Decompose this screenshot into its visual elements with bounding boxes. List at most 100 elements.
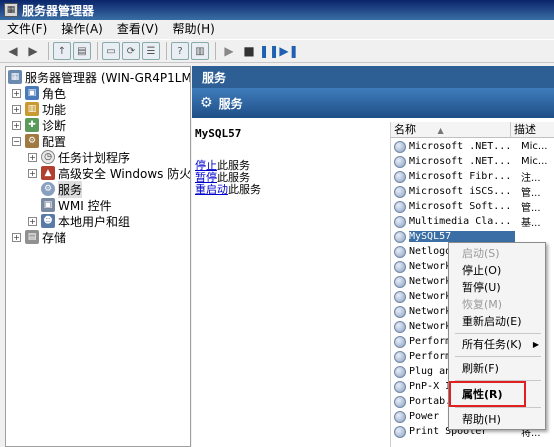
tree-item-firewall[interactable]: + ▲ 高级安全 Windows 防火墙 xyxy=(28,165,190,181)
tree-item-storage[interactable]: + ▤ 存储 xyxy=(12,229,66,245)
play-icon[interactable]: ▶ xyxy=(220,42,238,60)
toolbar: ◀ ▶ ↑ ▤ ▭ ⟳ ☰ ? ▥ ▶ ■ ❚❚ ▶❚ xyxy=(0,39,554,63)
service-gear-icon xyxy=(394,365,406,378)
service-gear-icon xyxy=(394,380,406,393)
service-row[interactable]: Microsoft .NET... Mic... xyxy=(391,139,554,154)
service-gear-icon xyxy=(394,350,406,363)
expand-icon[interactable]: + xyxy=(28,152,37,162)
window-title: 服务器管理器 xyxy=(22,3,95,18)
clock-icon: ◷ xyxy=(41,150,55,164)
action-pane-icon[interactable]: ▥ xyxy=(191,42,209,60)
pane-header-title: 服务 xyxy=(202,70,227,85)
menu-view[interactable]: 查看(V) xyxy=(110,20,166,39)
menu-item-all-tasks[interactable]: 所有任务(K) ▶ xyxy=(449,336,545,353)
refresh-icon[interactable]: ⟳ xyxy=(122,42,140,60)
expand-icon[interactable]: + xyxy=(12,88,21,98)
properties-highlight-box xyxy=(449,381,526,407)
toolbar-separator xyxy=(97,42,98,60)
tree-item-local-users[interactable]: + ☻ 本地用户和组 xyxy=(28,213,130,229)
service-gear-icon xyxy=(394,290,406,303)
service-gear-icon xyxy=(394,245,406,258)
expand-icon[interactable]: + xyxy=(12,120,21,130)
list-header: 名称 ▲ 描述 xyxy=(391,122,554,138)
expand-icon[interactable]: + xyxy=(12,232,21,242)
submenu-arrow-icon: ▶ xyxy=(532,340,539,349)
show-hide-tree-icon[interactable]: ▤ xyxy=(73,42,91,60)
column-header-name[interactable]: 名称 ▲ xyxy=(391,122,511,138)
features-icon: ▥ xyxy=(25,102,39,116)
menu-item-stop[interactable]: 停止(O) xyxy=(449,262,545,279)
menu-separator xyxy=(455,356,541,357)
menu-separator xyxy=(455,333,541,334)
menu-item-resume[interactable]: 恢复(M) xyxy=(449,296,545,313)
menu-item-restart[interactable]: 重新启动(E) xyxy=(449,313,545,330)
wmi-icon: ▣ xyxy=(41,198,55,212)
toolbar-separator xyxy=(48,42,49,60)
help-icon[interactable]: ? xyxy=(171,42,189,60)
tree-item-task-scheduler[interactable]: + ◷ 任务计划程序 xyxy=(28,149,130,165)
storage-icon: ▤ xyxy=(25,230,39,244)
menu-separator xyxy=(455,407,541,408)
service-row[interactable]: Microsoft Soft... 管... xyxy=(391,199,554,214)
tree-root[interactable]: ▦ 服务器管理器 (WIN-GR4P1LMVBQ xyxy=(8,69,190,85)
service-row[interactable]: Microsoft Fibr... 注... xyxy=(391,169,554,184)
pane-header: 服务 xyxy=(192,66,554,88)
column-header-description[interactable]: 描述 xyxy=(511,122,554,138)
restart-service-link[interactable]: 重启动 xyxy=(195,183,228,196)
expand-icon[interactable]: + xyxy=(28,216,37,226)
users-icon: ☻ xyxy=(41,214,55,228)
service-row[interactable]: Multimedia Cla... 基... xyxy=(391,214,554,229)
expand-icon[interactable]: + xyxy=(28,168,37,178)
service-gear-icon xyxy=(394,230,406,243)
selected-service-name: MySQL57 xyxy=(195,127,242,140)
menu-item-pause[interactable]: 暂停(U) xyxy=(449,279,545,296)
up-folder-icon[interactable]: ↑ xyxy=(53,42,71,60)
service-gear-icon xyxy=(394,140,406,153)
tree-item-features[interactable]: + ▥ 功能 xyxy=(12,101,66,117)
service-row[interactable]: Microsoft .NET... Mic... xyxy=(391,154,554,169)
action-restart-service: 重启动此服务 xyxy=(195,181,261,197)
export-list-icon[interactable]: ▭ xyxy=(102,42,120,60)
tree-item-configuration[interactable]: − ⚙ 配置 xyxy=(12,133,66,149)
configuration-icon: ⚙ xyxy=(25,134,39,148)
tree-item-services[interactable]: ⚙ 服务 xyxy=(41,180,83,198)
stop-icon[interactable]: ■ xyxy=(240,42,258,60)
properties-icon[interactable]: ☰ xyxy=(142,42,160,60)
menu-item-start[interactable]: 启动(S) xyxy=(449,245,545,262)
firewall-icon: ▲ xyxy=(41,166,55,180)
server-manager-icon: ▦ xyxy=(4,3,18,17)
sort-ascending-icon: ▲ xyxy=(437,126,444,135)
menu-file[interactable]: 文件(F) xyxy=(0,20,54,39)
menu-bar: 文件(F) 操作(A) 查看(V) 帮助(H) xyxy=(0,20,554,39)
action-text: 此服务 xyxy=(228,183,261,196)
service-gear-icon xyxy=(394,425,406,438)
back-arrow-icon[interactable]: ◀ xyxy=(4,42,22,60)
service-row[interactable]: Microsoft iSCS... 管... xyxy=(391,184,554,199)
service-gear-icon xyxy=(394,395,406,408)
service-gear-icon xyxy=(394,170,406,183)
roles-icon: ▣ xyxy=(25,86,39,100)
collapse-icon[interactable]: − xyxy=(12,136,21,146)
toolbar-separator xyxy=(166,42,167,60)
server-icon: ▦ xyxy=(8,70,22,84)
service-gear-icon xyxy=(394,155,406,168)
menu-item-help[interactable]: 帮助(H) xyxy=(449,411,545,428)
service-gear-icon xyxy=(394,200,406,213)
services-banner: ⚙ 服务 xyxy=(192,88,554,118)
expand-icon[interactable]: + xyxy=(12,104,21,114)
service-gear-icon xyxy=(394,215,406,228)
toolbar-separator xyxy=(215,42,216,60)
tree-item-diagnostics[interactable]: + ✚ 诊断 xyxy=(12,117,66,133)
tree-item-wmi[interactable]: ▣ WMI 控件 xyxy=(41,197,112,213)
menu-action[interactable]: 操作(A) xyxy=(54,20,110,39)
pause-icon[interactable]: ❚❚ xyxy=(259,42,279,60)
service-gear-icon xyxy=(394,260,406,273)
title-bar: ▦ 服务器管理器 xyxy=(0,0,554,20)
service-gear-icon xyxy=(394,410,406,423)
restart-icon[interactable]: ▶❚ xyxy=(279,42,298,60)
diagnostics-icon: ✚ xyxy=(25,118,39,132)
forward-arrow-icon[interactable]: ▶ xyxy=(24,42,42,60)
tree-item-roles[interactable]: + ▣ 角色 xyxy=(12,85,66,101)
menu-item-refresh[interactable]: 刷新(F) xyxy=(449,360,545,377)
menu-help[interactable]: 帮助(H) xyxy=(165,20,221,39)
